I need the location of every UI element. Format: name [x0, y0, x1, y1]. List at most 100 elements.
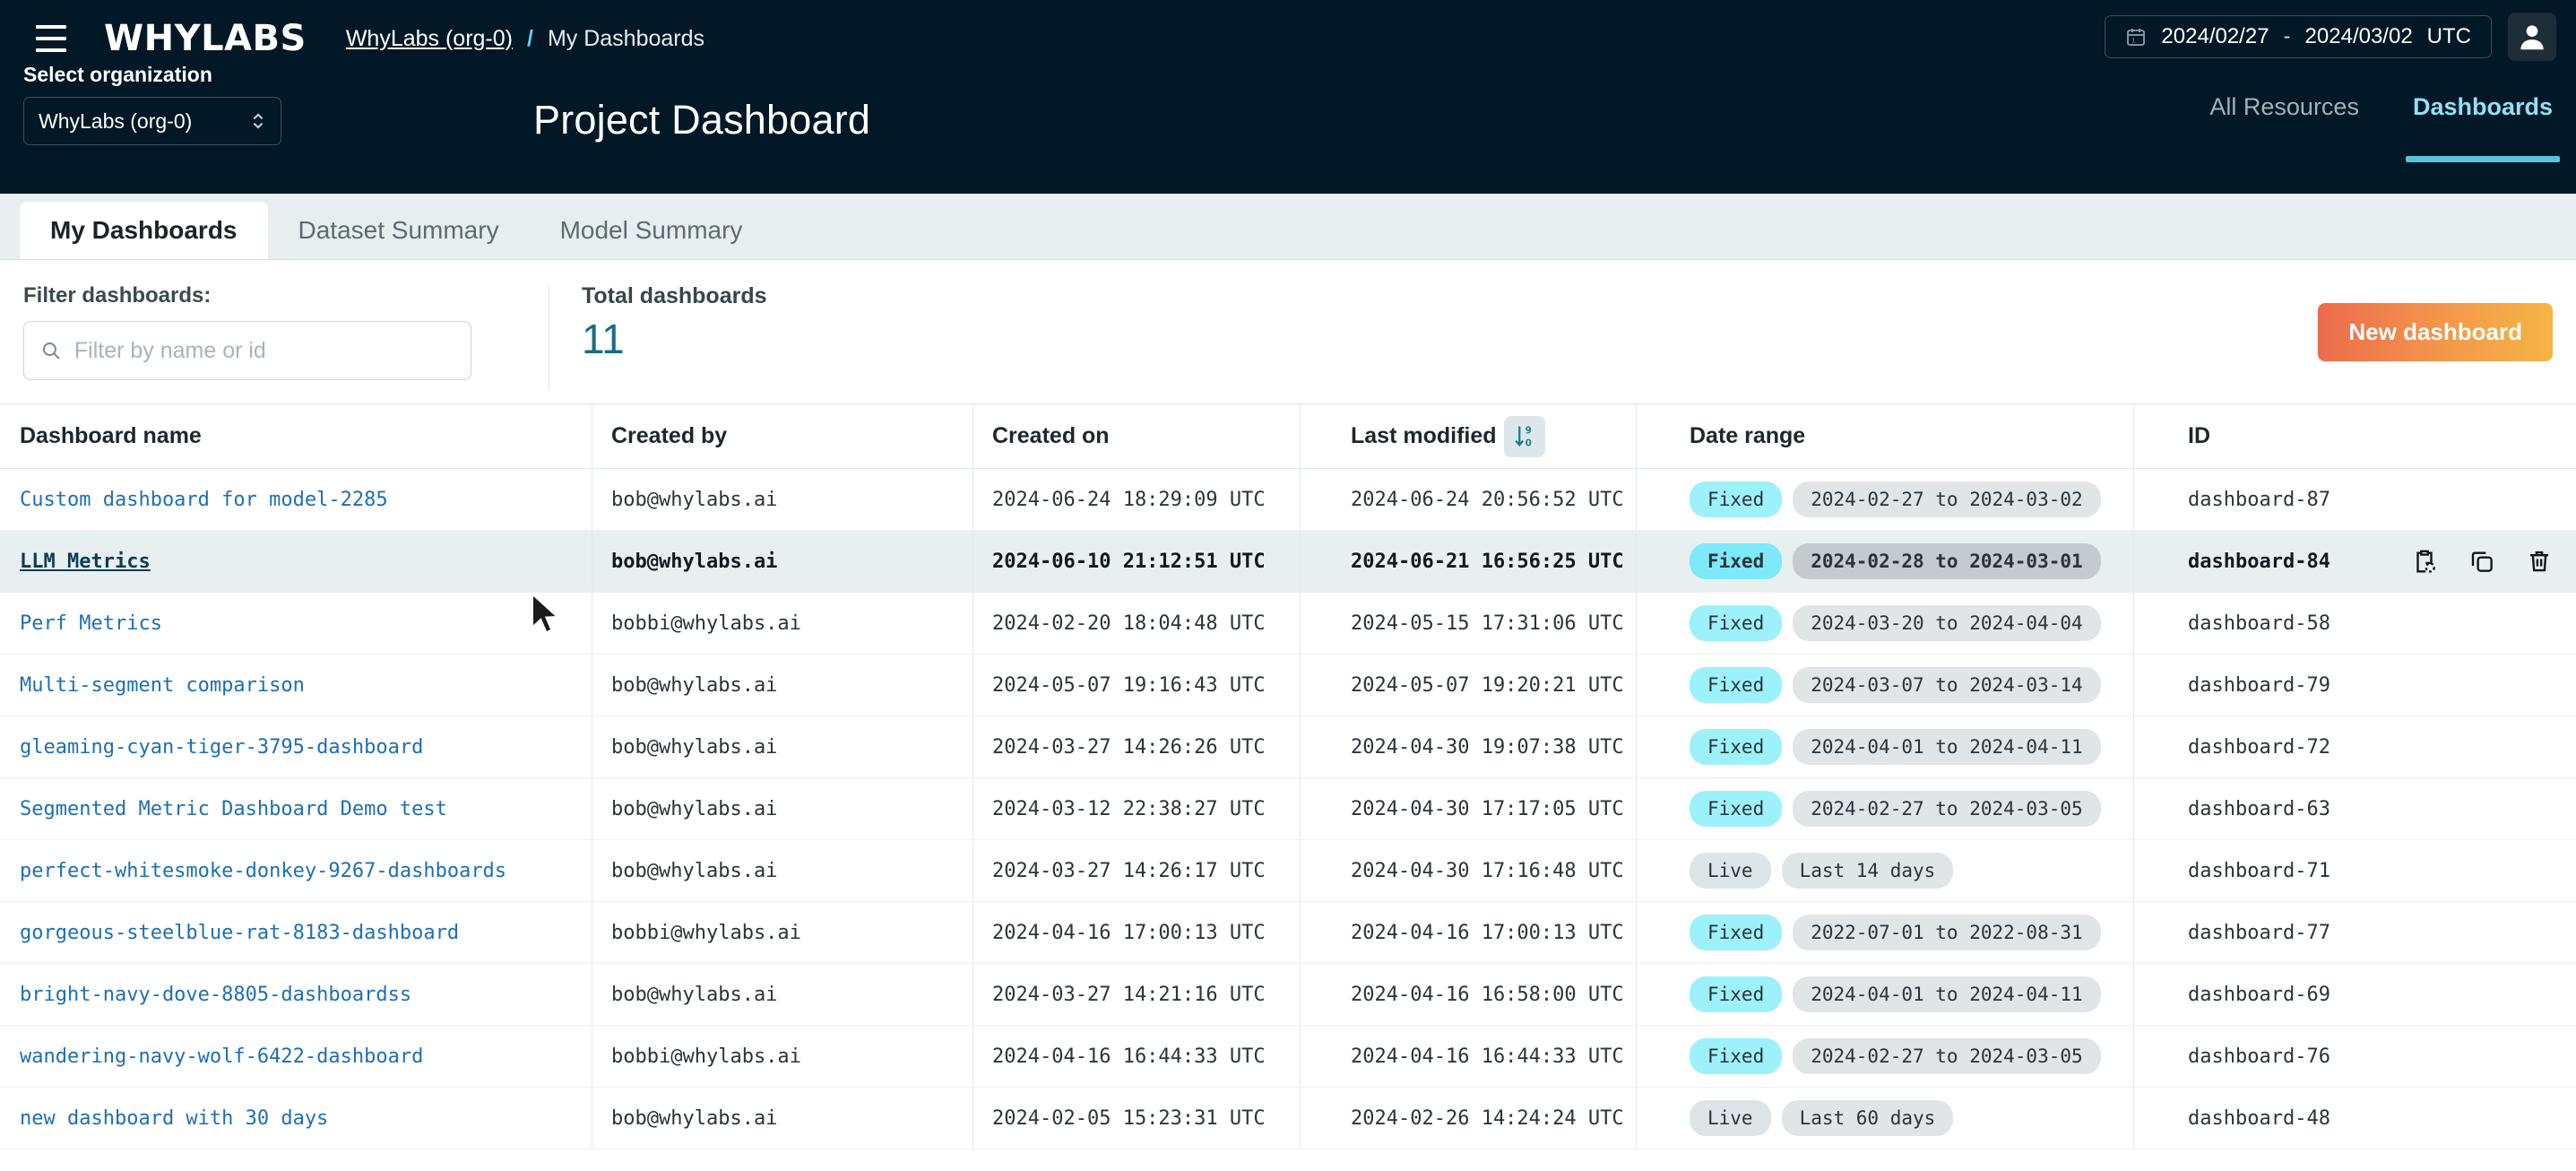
table-row[interactable]: gleaming-cyan-tiger-3795-dashboard bob@wh… [0, 716, 2576, 778]
column-divider [972, 964, 973, 1025]
duplicate-icon[interactable] [2468, 548, 2495, 575]
column-divider [972, 716, 973, 777]
table-header-row: Dashboard name Created by Created on Las… [0, 404, 2576, 469]
dashboard-name-link[interactable]: wandering-navy-wolf-6422-dashboard [20, 1045, 423, 1068]
table-cell-dashboard-name: perfect-whitesmoke-donkey-9267-dashboard… [0, 840, 592, 901]
table-row[interactable]: Perf Metrics bobbi@whylabs.ai 2024-02-20 1… [0, 593, 2576, 655]
dashboard-id-value: dashboard-76 [2188, 1045, 2330, 1068]
column-divider [2133, 716, 2134, 777]
table-row[interactable]: Multi-segment comparison bob@whylabs.ai 20… [0, 655, 2576, 716]
organization-select[interactable]: WhyLabs (org-0) [23, 97, 281, 145]
column-divider [2133, 1026, 2134, 1087]
table-row[interactable]: Segmented Metric Dashboard Demo test bob@… [0, 778, 2576, 840]
total-dashboards-block: Total dashboards 11 [582, 283, 767, 363]
column-divider [2133, 531, 2134, 592]
table-cell-id: dashboard-71 [2168, 840, 2576, 901]
dashboard-id-value: dashboard-77 [2188, 921, 2330, 944]
filter-input[interactable] [73, 337, 454, 364]
table-row[interactable]: Custom dashboard for model-2285 bob@whyla… [0, 469, 2576, 531]
date-range-value-badge: Last 14 days [1781, 853, 1954, 889]
new-dashboard-button[interactable]: New dashboard [2318, 303, 2553, 361]
table-cell-created-by: bob@whylabs.ai [592, 469, 972, 530]
copy-id-icon[interactable] [2411, 548, 2438, 575]
column-divider [1636, 902, 1637, 963]
table-row[interactable]: perfect-whitesmoke-donkey-9267-dashboard… [0, 840, 2576, 902]
last-modified-value: 2024-06-21 16:56:25 UTC [1351, 550, 1624, 573]
table-row[interactable]: LLM Metrics bob@whylabs.ai 2024-06-10 21:1… [0, 531, 2576, 593]
column-divider [1636, 469, 1637, 530]
column-header-dashboard-name[interactable]: Dashboard name [0, 404, 592, 468]
tab-dataset-summary[interactable]: Dataset Summary [268, 202, 530, 259]
date-range-value-badge: 2022-07-01 to 2022-08-31 [1793, 915, 2101, 950]
table-cell-created-by: bobbi@whylabs.ai [592, 902, 972, 963]
dashboard-name-link[interactable]: new dashboard with 30 days [20, 1107, 328, 1130]
created-on-value: 2024-03-12 22:38:27 UTC [992, 797, 1266, 820]
date-range-type-badge: Fixed [1690, 976, 1783, 1012]
table-cell-last-modified: 2024-04-16 17:00:13 UTC [1331, 902, 1670, 963]
table-row[interactable]: bright-navy-dove-8805-dashboardss bob@why… [0, 964, 2576, 1026]
select-organization-label: Select organization [23, 63, 212, 86]
dashboard-id-value: dashboard-71 [2188, 859, 2330, 882]
column-divider [1636, 1026, 1637, 1087]
page-title: Project Dashboard [533, 97, 871, 143]
primary-nav: All Resources Dashboards [2209, 93, 2561, 162]
table-cell-date-range: Fixed 2024-04-01 to 2024-04-11 [1670, 716, 2168, 777]
table-cell-created-on: 2024-06-24 18:29:09 UTC [972, 469, 1331, 530]
dashboard-id-value: dashboard-48 [2188, 1106, 2330, 1130]
table-cell-id: dashboard-48 [2168, 1088, 2576, 1149]
dashboard-name-link[interactable]: bright-navy-dove-8805-dashboardss [20, 984, 411, 1006]
table-cell-id: dashboard-87 [2168, 469, 2576, 530]
dashboard-name-link[interactable]: Multi-segment comparison [20, 674, 305, 697]
dashboard-id-value: dashboard-63 [2188, 797, 2330, 820]
table-cell-created-by: bobbi@whylabs.ai [592, 593, 972, 654]
table-row[interactable]: wandering-navy-wolf-6422-dashboard bobbi@… [0, 1026, 2576, 1088]
column-header-created-on[interactable]: Created on [972, 404, 1331, 468]
nav-link-all-resources[interactable]: All Resources [2209, 93, 2359, 162]
column-divider [2133, 964, 2134, 1025]
created-by-value: bob@whylabs.ai [611, 859, 778, 882]
dashboard-id-value: dashboard-58 [2188, 612, 2330, 635]
column-header-created-by[interactable]: Created by [592, 404, 972, 468]
column-divider [1300, 778, 1301, 839]
dashboard-name-link[interactable]: Perf Metrics [20, 612, 162, 635]
delete-icon[interactable] [2526, 548, 2553, 575]
table-cell-created-on: 2024-06-10 21:12:51 UTC [972, 531, 1331, 592]
global-date-range-picker[interactable]: 1 2024/02/27 - 2024/03/02 UTC [2105, 15, 2492, 58]
dashboard-name-link[interactable]: gorgeous-steelblue-rat-8183-dashboard [20, 922, 459, 944]
column-header-id[interactable]: ID [2168, 404, 2576, 468]
last-modified-value: 2024-04-30 17:17:05 UTC [1351, 797, 1624, 820]
column-divider [1300, 716, 1301, 777]
column-header-date-range[interactable]: Date range [1670, 404, 2168, 468]
created-on-value: 2024-03-27 14:26:17 UTC [992, 859, 1266, 882]
dashboard-name-link[interactable]: perfect-whitesmoke-donkey-9267-dashboard… [20, 860, 506, 882]
column-divider [2133, 778, 2134, 839]
date-range-end: 2024/03/02 [2304, 24, 2413, 48]
filter-input-wrapper[interactable] [23, 321, 471, 380]
tab-my-dashboards[interactable]: My Dashboards [20, 202, 268, 259]
table-cell-dashboard-name: bright-navy-dove-8805-dashboardss [0, 964, 592, 1025]
table-row[interactable]: new dashboard with 30 days bob@whylabs.ai… [0, 1088, 2576, 1149]
table-cell-id: dashboard-58 [2168, 593, 2576, 654]
column-divider [972, 593, 973, 654]
dashboard-name-link[interactable]: LLM Metrics [20, 551, 151, 573]
nav-link-dashboards[interactable]: Dashboards [2405, 93, 2561, 162]
dashboard-name-link[interactable]: gleaming-cyan-tiger-3795-dashboard [20, 736, 423, 759]
created-on-value: 2024-02-05 15:23:31 UTC [992, 1106, 1266, 1130]
dashboard-name-link[interactable]: Custom dashboard for model-2285 [20, 489, 388, 511]
created-on-value: 2024-02-20 18:04:48 UTC [992, 612, 1266, 635]
table-cell-last-modified: 2024-06-21 16:56:25 UTC [1331, 531, 1670, 592]
sort-descending-icon[interactable]: 9 0 [1503, 415, 1545, 457]
hamburger-menu-icon[interactable] [30, 18, 72, 59]
column-header-last-modified[interactable]: Last modified 9 0 [1331, 404, 1670, 468]
table-cell-date-range: Fixed 2024-02-28 to 2024-03-01 [1670, 531, 2168, 592]
table-cell-date-range: Fixed 2024-02-27 to 2024-03-05 [1670, 778, 2168, 839]
table-row[interactable]: gorgeous-steelblue-rat-8183-dashboard bob… [0, 902, 2576, 964]
tab-model-summary[interactable]: Model Summary [530, 202, 774, 259]
user-account-button[interactable] [2508, 13, 2556, 61]
dashboard-id-value: dashboard-69 [2188, 983, 2330, 1006]
date-range-value-badge: 2024-02-27 to 2024-03-05 [1793, 791, 2101, 827]
dashboard-name-link[interactable]: Segmented Metric Dashboard Demo test [20, 798, 447, 820]
breadcrumb-org-link[interactable]: WhyLabs (org-0) [346, 26, 513, 52]
dashboard-id-value: dashboard-84 [2188, 550, 2330, 573]
table-cell-created-on: 2024-02-05 15:23:31 UTC [972, 1088, 1331, 1149]
